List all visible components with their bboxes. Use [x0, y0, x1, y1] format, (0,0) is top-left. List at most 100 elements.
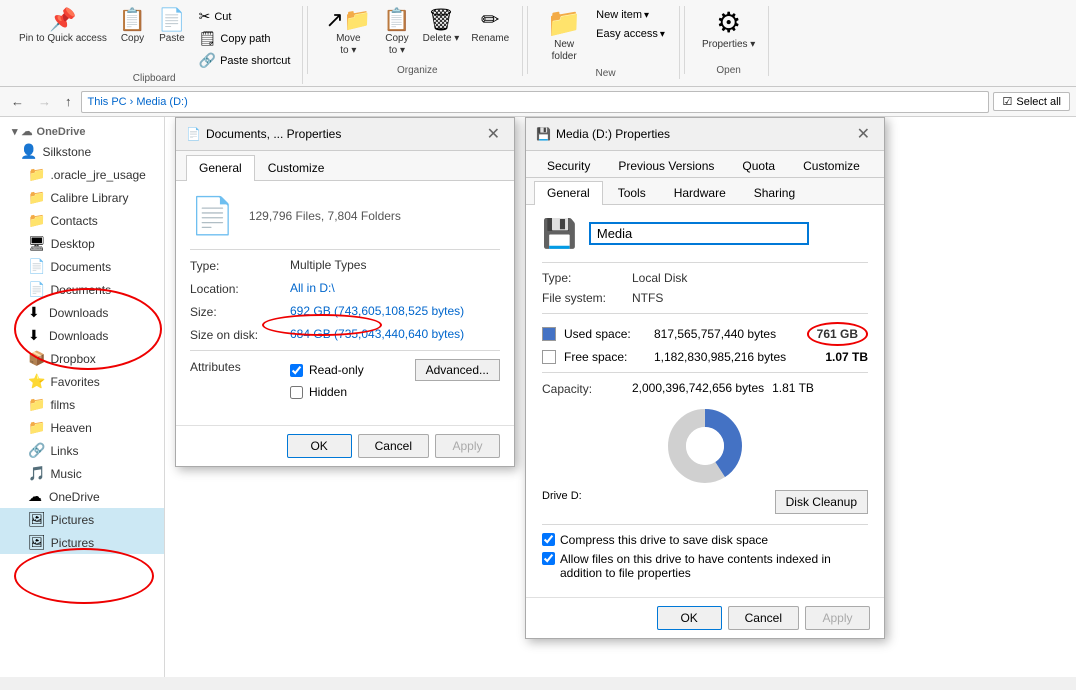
sidebar-item-pictures2[interactable]: 🖼 Pictures [0, 531, 164, 554]
sidebar-item-oracle[interactable]: 📁 .oracle_jre_usage [0, 163, 164, 186]
used-hr: 761 GB [807, 322, 868, 346]
sidebar-item-silkstone[interactable]: 👤 Silkstone [0, 140, 164, 163]
pasteshortcut-icon: 🔗 [199, 52, 216, 69]
dialog1-tab-customize[interactable]: Customize [255, 155, 338, 180]
sidebar-onedrive-header[interactable]: ▾ ☁ OneDrive [0, 121, 164, 140]
dialog2-type-value: Local Disk [632, 271, 687, 285]
readonly-checkbox[interactable] [290, 364, 303, 377]
dialog2-free-row: Free space: 1,182,830,985,216 bytes 1.07… [542, 350, 868, 364]
disk-cleanup-button[interactable]: Disk Cleanup [775, 490, 868, 514]
cut-button[interactable]: ✂ Cut [195, 6, 295, 27]
dialog2-tab-sharing[interactable]: Sharing [741, 181, 808, 204]
sidebar-item-links[interactable]: 🔗 Links [0, 439, 164, 462]
back-button[interactable]: ← [6, 91, 29, 112]
new-item-button[interactable]: New item ▾ [590, 6, 671, 24]
sidebar-item-calibre[interactable]: 📁 Calibre Library [0, 186, 164, 209]
cut-icon: ✂ [199, 8, 211, 25]
advanced-button[interactable]: Advanced... [415, 359, 500, 381]
properties-button[interactable]: ⚙ Properties ▾ [697, 6, 760, 62]
sidebar-item-onedrive2[interactable]: ☁ OneDrive [0, 485, 164, 508]
user-icon: 👤 [20, 143, 37, 160]
move-to-button[interactable]: ↗📁 Moveto ▾ [320, 6, 376, 60]
ribbon: 📌 Pin to Quick access 📋 Copy 📄 Paste ✂ C… [0, 0, 1076, 87]
copy-to-button[interactable]: 📋 Copyto ▾ [378, 6, 415, 60]
rename-icon: ✏ [481, 9, 499, 31]
sidebar-item-contacts[interactable]: 📁 Contacts [0, 209, 164, 232]
dialog1-ok-button[interactable]: OK [287, 434, 352, 458]
new-folder-button[interactable]: 📁 Newfolder [540, 6, 588, 66]
copy-path-button[interactable]: 🗒 Copy path [195, 28, 295, 49]
dialog2-tab-prevversions[interactable]: Previous Versions [605, 154, 727, 177]
dialog2-tab-customize2[interactable]: Customize [790, 154, 873, 177]
sidebar-item-pictures1[interactable]: 🖼 Pictures [0, 508, 164, 531]
dialog2-tab-hardware[interactable]: Hardware [661, 181, 739, 204]
dialog1-size-label: Size: [190, 304, 290, 319]
onedrive-label: OneDrive [37, 126, 86, 138]
compress-label: Compress this drive to save disk space [560, 533, 768, 547]
docs1-icon: 📄 [28, 258, 45, 275]
dialog2-tab-security[interactable]: Security [534, 154, 603, 177]
dialog2-title-icon: 💾 [536, 127, 551, 141]
sidebar-item-heaven[interactable]: 📁 Heaven [0, 416, 164, 439]
onedrive2-icon: ☁ [28, 488, 44, 505]
readonly-row: Read-only Advanced... [290, 359, 500, 381]
dialog2-close-button[interactable]: ✕ [853, 124, 874, 144]
cap-bytes: 2,000,396,742,656 bytes [632, 381, 764, 396]
dialog2-ok-button[interactable]: OK [657, 606, 722, 630]
index-label: Allow files on this drive to have conten… [560, 552, 868, 580]
ribbon-group-open: ⚙ Properties ▾ Open [689, 6, 769, 76]
sidebar-item-music[interactable]: 🎵 Music [0, 462, 164, 485]
index-checkbox[interactable] [542, 552, 555, 565]
forward-button[interactable]: → [33, 91, 56, 112]
breadcrumb-text: This PC › Media (D:) [88, 96, 188, 108]
rename-button[interactable]: ✏ Rename [466, 6, 514, 48]
donut-chart [665, 406, 745, 486]
sidebar-item-downloads2[interactable]: ⬇ Downloads [0, 324, 164, 347]
dialog2-tab-general[interactable]: General [534, 181, 603, 205]
up-button[interactable]: ↑ [60, 91, 77, 112]
sidebar-item-dropbox[interactable]: 📦 Dropbox [0, 347, 164, 370]
free-label: Free space: [564, 350, 654, 364]
dialog2-type-label: Type: [542, 271, 632, 285]
dialog2-apply-button[interactable]: Apply [805, 606, 870, 630]
dialog1-cancel-button[interactable]: Cancel [358, 434, 429, 458]
main-area: ▾ ☁ OneDrive 👤 Silkstone 📁 .oracle_jre_u… [0, 117, 1076, 677]
dialog1-location-label: Location: [190, 281, 290, 296]
free-hr: 1.07 TB [825, 350, 868, 364]
compress-checkbox[interactable] [542, 533, 555, 546]
downloads2-icon: ⬇ [28, 327, 44, 344]
dialog2-tab-tools[interactable]: Tools [605, 181, 659, 204]
drive-d-label: Drive D: [542, 490, 582, 514]
dialog1-apply-button[interactable]: Apply [435, 434, 500, 458]
select-all-button[interactable]: ☑ Select all [993, 92, 1070, 111]
dialog1-size-row: Size: 692 GB (743,605,108,525 bytes) [190, 304, 500, 319]
dialog1-title: 📄 Documents, ... Properties [186, 127, 341, 141]
address-bar: ← → ↑ This PC › Media (D:) ☑ Select all [0, 87, 1076, 117]
media-properties-dialog: 💾 Media (D:) Properties ✕ Security Previ… [525, 117, 885, 639]
dialog2-name-row: 💾 [542, 217, 868, 250]
hidden-row: Hidden [290, 385, 500, 399]
sidebar-item-films[interactable]: 📁 films [0, 393, 164, 416]
dialog1-close-button[interactable]: ✕ [483, 124, 504, 144]
easy-access-button[interactable]: Easy access ▾ [590, 25, 671, 43]
drive-name-input[interactable] [589, 222, 809, 245]
desktop-icon: 🖥 [28, 235, 46, 252]
dialog2-cancel-button[interactable]: Cancel [728, 606, 799, 630]
sidebar-item-documents2[interactable]: 📄 Documents [0, 278, 164, 301]
delete-button[interactable]: 🗑 Delete ▾ [418, 6, 465, 48]
dialog2-tab-quota[interactable]: Quota [729, 154, 788, 177]
sidebar-item-desktop[interactable]: 🖥 Desktop [0, 232, 164, 255]
copy-button[interactable]: 📋 Copy [114, 6, 151, 48]
dialog1-location-value: All in D:\ [290, 281, 500, 295]
links-icon: 🔗 [28, 442, 45, 459]
pin-button[interactable]: 📌 Pin to Quick access [14, 6, 112, 48]
sidebar-item-favorites[interactable]: ⭐ Favorites [0, 370, 164, 393]
dialog1-tab-general[interactable]: General [186, 155, 255, 181]
sidebar-item-documents1[interactable]: 📄 Documents [0, 255, 164, 278]
sidebar-item-downloads1[interactable]: ⬇ Downloads [0, 301, 164, 324]
hidden-checkbox[interactable] [290, 386, 303, 399]
used-dot [542, 327, 556, 341]
paste-button[interactable]: 📄 Paste [153, 6, 190, 48]
breadcrumb[interactable]: This PC › Media (D:) [81, 91, 990, 113]
paste-shortcut-button[interactable]: 🔗 Paste shortcut [195, 50, 295, 71]
